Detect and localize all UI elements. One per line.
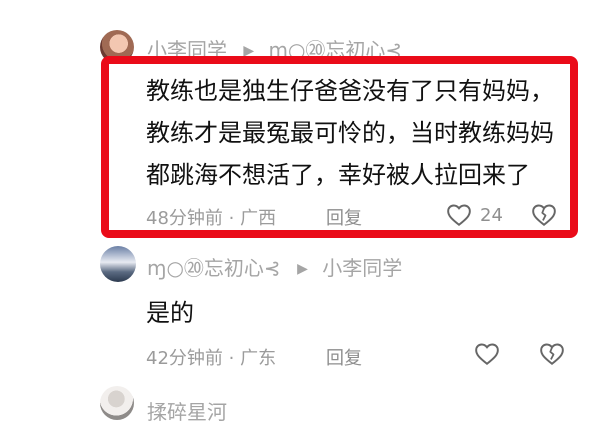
like-count: 24 [480, 204, 503, 226]
dislike-heart-icon[interactable] [539, 341, 565, 367]
heart-icon[interactable] [446, 202, 472, 228]
heart-icon[interactable] [474, 341, 500, 367]
comment-meta: 42分钟前 · 广东 回复 [146, 344, 362, 370]
comment-actions: 24 [446, 202, 557, 228]
comment-line: 教练才是最冤最可怜的，当时教练妈妈 [146, 119, 554, 147]
comment-time-location: 42分钟前 · 广东 [146, 348, 277, 369]
comment-actions [474, 341, 565, 367]
avatar[interactable] [100, 30, 134, 64]
comment-author-line: 小李同学 ▶ ɱ○⑳忘初心⊰ [147, 34, 402, 63]
reply-button[interactable]: 回复 [326, 344, 362, 370]
comment-line: 教练也是独生仔爸爸没有了只有妈妈， [146, 77, 554, 105]
reply-button[interactable]: 回复 [326, 204, 362, 230]
reply-to-name[interactable]: 小李同学 [322, 256, 402, 280]
avatar[interactable] [100, 386, 134, 420]
comment-line: 是的 [146, 299, 194, 327]
author-name[interactable]: ɱ○⑳忘初心⊰ [147, 256, 281, 280]
comment-author-line: ɱ○⑳忘初心⊰ ▶ 小李同学 [147, 252, 402, 281]
reply-arrow-icon: ▶ [243, 43, 255, 59]
reply-to-name[interactable]: ɱ○⑳忘初心⊰ [269, 38, 403, 62]
comment-author-line: 揉碎星河 [147, 396, 227, 425]
dislike-heart-icon[interactable] [531, 202, 557, 228]
comment-text: 教练也是独生仔爸爸没有了只有妈妈， 教练才是最冤最可怜的，当时教练妈妈 都跳海不… [146, 70, 554, 196]
comment-time-location: 48分钟前 · 广西 [146, 208, 277, 229]
comment-text: 是的 [146, 292, 194, 334]
comment-meta: 48分钟前 · 广西 回复 [146, 204, 362, 230]
author-name[interactable]: 揉碎星河 [147, 400, 227, 424]
avatar[interactable] [100, 246, 136, 282]
comment-line: 都跳海不想活了，幸好被人拉回来了 [146, 161, 530, 189]
reply-arrow-icon: ▶ [297, 261, 308, 277]
author-name[interactable]: 小李同学 [147, 38, 227, 62]
